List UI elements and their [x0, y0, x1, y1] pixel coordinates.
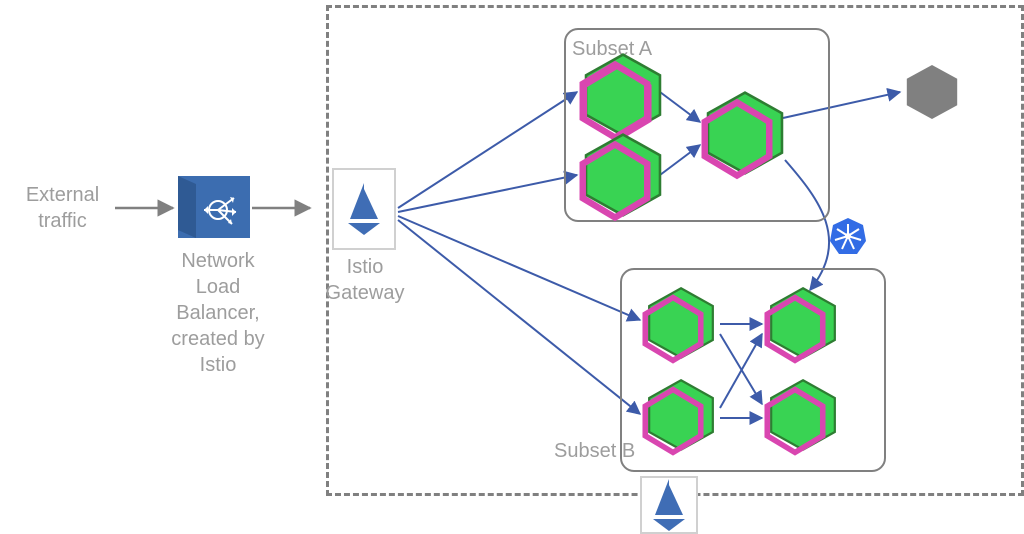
sidecar-icon — [758, 384, 832, 458]
pod-a1 — [580, 52, 666, 138]
pod-b2 — [644, 378, 718, 452]
sidecar-icon — [572, 138, 658, 224]
sidecar-icon — [636, 292, 710, 366]
label-subset-b: Subset B — [554, 438, 635, 464]
sidecar-icon — [636, 384, 710, 458]
istio-sail-bottom-icon — [640, 476, 698, 534]
sidecar-icon — [694, 96, 780, 182]
label-gateway: Istio Gateway — [310, 254, 420, 306]
label-nlb: Network Load Balancer, created by Istio — [163, 248, 273, 378]
pod-b3 — [766, 286, 840, 360]
pod-a3 — [702, 90, 788, 176]
istio-gateway-icon — [332, 168, 396, 250]
pod-b4 — [766, 378, 840, 452]
kubernetes-icon — [828, 216, 868, 256]
external-service-hexagon-icon — [902, 62, 962, 122]
pod-a2 — [580, 132, 666, 218]
pod-b1 — [644, 286, 718, 360]
sidecar-icon — [758, 292, 832, 366]
label-external-traffic: External traffic — [10, 182, 115, 234]
load-balancer-icon — [178, 176, 250, 238]
